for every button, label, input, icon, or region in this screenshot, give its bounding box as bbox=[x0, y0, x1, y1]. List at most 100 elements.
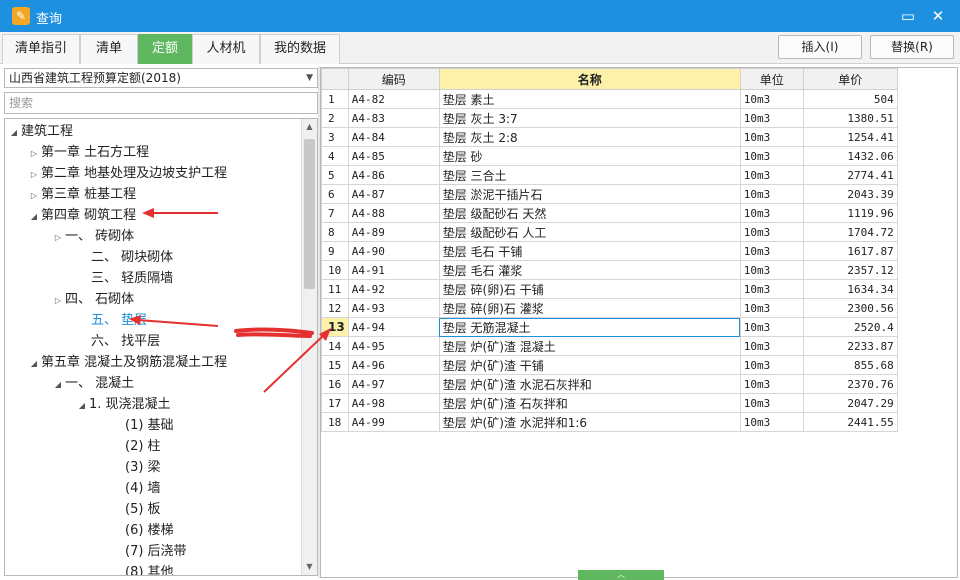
table-row[interactable]: 14 A4-95 垫层 炉(矿)渣 混凝土 10m3 2233.87 bbox=[321, 336, 898, 356]
table-row[interactable]: 16 A4-97 垫层 炉(矿)渣 水泥石灰拌和 10m3 2370.76 bbox=[321, 374, 898, 394]
minimize-icon[interactable]: ▭ bbox=[896, 5, 920, 27]
code-cell[interactable]: A4-87 bbox=[347, 184, 440, 204]
name-cell[interactable]: 垫层 三合土 bbox=[438, 165, 741, 185]
tree-item[interactable]: ◢ 建筑工程 bbox=[7, 121, 73, 142]
table-row[interactable]: 11 A4-92 垫层 碎(卵)石 干铺 10m3 1634.34 bbox=[321, 279, 898, 299]
name-cell[interactable]: 垫层 灰土 3:7 bbox=[438, 108, 741, 128]
tree-item[interactable]: (4) 墙 bbox=[111, 478, 161, 499]
tree-item[interactable]: (8) 其他 bbox=[111, 562, 174, 575]
unit-cell[interactable]: 10m3 bbox=[739, 279, 804, 299]
tree-toggle-icon[interactable]: ◢ bbox=[7, 122, 21, 143]
tree-item[interactable]: 五、 垫层 bbox=[77, 310, 147, 331]
code-cell[interactable]: A4-89 bbox=[347, 222, 440, 242]
name-cell[interactable]: 垫层 级配砂石 天然 bbox=[438, 203, 741, 223]
tree-item[interactable]: (6) 楼梯 bbox=[111, 520, 174, 541]
unit-cell[interactable]: 10m3 bbox=[739, 127, 804, 147]
col-header-unit[interactable]: 单位 bbox=[739, 68, 804, 90]
col-header-price[interactable]: 单价 bbox=[802, 68, 898, 90]
name-cell[interactable]: 垫层 毛石 干铺 bbox=[438, 241, 741, 261]
name-cell[interactable]: 垫层 碎(卵)石 干铺 bbox=[438, 279, 741, 299]
code-cell[interactable]: A4-82 bbox=[347, 89, 440, 109]
search-input[interactable]: 搜索 bbox=[4, 92, 318, 114]
price-cell[interactable]: 1119.96 bbox=[802, 203, 898, 223]
tree-toggle-icon[interactable]: ▷ bbox=[27, 143, 41, 164]
unit-cell[interactable]: 10m3 bbox=[739, 260, 804, 280]
price-cell[interactable]: 1634.34 bbox=[802, 279, 898, 299]
name-cell[interactable]: 垫层 碎(卵)石 灌浆 bbox=[438, 298, 741, 318]
code-cell[interactable]: A4-92 bbox=[347, 279, 440, 299]
tree-item[interactable]: ▷ 一、 砖砌体 bbox=[51, 226, 134, 247]
unit-cell[interactable]: 10m3 bbox=[739, 89, 804, 109]
name-cell[interactable]: 垫层 炉(矿)渣 混凝土 bbox=[438, 336, 741, 356]
unit-cell[interactable]: 10m3 bbox=[739, 184, 804, 204]
name-cell[interactable]: 垫层 灰土 2:8 bbox=[438, 127, 741, 147]
quota-library-select[interactable]: 山西省建筑工程预算定额(2018) ▼ bbox=[4, 68, 318, 88]
price-cell[interactable]: 504 bbox=[802, 89, 898, 109]
name-cell[interactable]: 垫层 炉(矿)渣 石灰拌和 bbox=[438, 393, 741, 413]
col-header-code[interactable]: 编码 bbox=[347, 68, 440, 90]
row-index-cell[interactable]: 12 bbox=[321, 298, 349, 318]
table-row[interactable]: 9 A4-90 垫层 毛石 干铺 10m3 1617.87 bbox=[321, 241, 898, 261]
unit-cell[interactable]: 10m3 bbox=[739, 165, 804, 185]
code-cell[interactable]: A4-91 bbox=[347, 260, 440, 280]
price-cell[interactable]: 2043.39 bbox=[802, 184, 898, 204]
tree-item[interactable]: ▷ 第一章 土石方工程 bbox=[27, 142, 149, 163]
tree-toggle-icon[interactable]: ◢ bbox=[27, 353, 41, 374]
tree-item[interactable]: (2) 柱 bbox=[111, 436, 161, 457]
price-cell[interactable]: 2300.56 bbox=[802, 298, 898, 318]
code-cell[interactable]: A4-88 bbox=[347, 203, 440, 223]
scroll-up-icon[interactable]: ▲ bbox=[302, 119, 317, 135]
table-row[interactable]: 7 A4-88 垫层 级配砂石 天然 10m3 1119.96 bbox=[321, 203, 898, 223]
tree-item[interactable]: (1) 基础 bbox=[111, 415, 174, 436]
name-cell[interactable]: 垫层 炉(矿)渣 干铺 bbox=[438, 355, 741, 375]
table-row[interactable]: 4 A4-85 垫层 砂 10m3 1432.06 bbox=[321, 146, 898, 166]
price-cell[interactable]: 2370.76 bbox=[802, 374, 898, 394]
tree-toggle-icon[interactable]: ▷ bbox=[27, 185, 41, 206]
tree-item[interactable]: (3) 梁 bbox=[111, 457, 161, 478]
unit-cell[interactable]: 10m3 bbox=[739, 355, 804, 375]
table-row[interactable]: 3 A4-84 垫层 灰土 2:8 10m3 1254.41 bbox=[321, 127, 898, 147]
row-index-cell[interactable]: 10 bbox=[321, 260, 349, 280]
close-icon[interactable]: ✕ bbox=[926, 5, 950, 27]
tree-toggle-icon[interactable]: ◢ bbox=[27, 206, 41, 227]
unit-cell[interactable]: 10m3 bbox=[739, 108, 804, 128]
price-cell[interactable]: 1254.41 bbox=[802, 127, 898, 147]
unit-cell[interactable]: 10m3 bbox=[739, 336, 804, 356]
unit-cell[interactable]: 10m3 bbox=[739, 412, 804, 432]
tab-labor-material[interactable]: 人材机 bbox=[192, 34, 260, 64]
tab-quota[interactable]: 定额 bbox=[138, 34, 192, 64]
tree-scrollbar[interactable]: ▲ ▼ bbox=[301, 119, 317, 575]
table-row[interactable]: 13 A4-94 垫层 无筋混凝土 10m3 2520.4 bbox=[321, 317, 898, 337]
row-index-cell[interactable]: 13 bbox=[321, 317, 349, 337]
collapse-handle-icon[interactable]: ︿ bbox=[578, 570, 664, 580]
code-cell[interactable]: A4-94 bbox=[347, 317, 440, 337]
tree-item[interactable]: 六、 找平层 bbox=[77, 331, 160, 352]
price-cell[interactable]: 1617.87 bbox=[802, 241, 898, 261]
name-cell[interactable]: 垫层 级配砂石 人工 bbox=[438, 222, 741, 242]
price-cell[interactable]: 2441.55 bbox=[802, 412, 898, 432]
table-row[interactable]: 10 A4-91 垫层 毛石 灌浆 10m3 2357.12 bbox=[321, 260, 898, 280]
replace-button[interactable]: 替换(R) bbox=[870, 35, 954, 59]
tree-item[interactable]: ▷ 第二章 地基处理及边坡支护工程 bbox=[27, 163, 227, 184]
unit-cell[interactable]: 10m3 bbox=[739, 241, 804, 261]
price-cell[interactable]: 2774.41 bbox=[802, 165, 898, 185]
unit-cell[interactable]: 10m3 bbox=[739, 203, 804, 223]
code-cell[interactable]: A4-96 bbox=[347, 355, 440, 375]
tab-my-data[interactable]: 我的数据 bbox=[260, 34, 340, 64]
tree-item[interactable]: ▷ 四、 石砌体 bbox=[51, 289, 134, 310]
row-index-cell[interactable]: 8 bbox=[321, 222, 349, 242]
name-cell[interactable]: 垫层 毛石 灌浆 bbox=[438, 260, 741, 280]
code-cell[interactable]: A4-84 bbox=[347, 127, 440, 147]
table-row[interactable]: 1 A4-82 垫层 素土 10m3 504 bbox=[321, 89, 898, 109]
price-cell[interactable]: 855.68 bbox=[802, 355, 898, 375]
unit-cell[interactable]: 10m3 bbox=[739, 393, 804, 413]
unit-cell[interactable]: 10m3 bbox=[739, 317, 804, 337]
price-cell[interactable]: 2233.87 bbox=[802, 336, 898, 356]
unit-cell[interactable]: 10m3 bbox=[739, 222, 804, 242]
name-cell[interactable]: 垫层 砂 bbox=[438, 146, 741, 166]
name-cell[interactable]: 垫层 无筋混凝土 bbox=[438, 317, 741, 337]
code-cell[interactable]: A4-99 bbox=[347, 412, 440, 432]
tab-bill-guide[interactable]: 清单指引 bbox=[2, 34, 80, 64]
tree-item[interactable]: ▷ 第三章 桩基工程 bbox=[27, 184, 136, 205]
unit-cell[interactable]: 10m3 bbox=[739, 374, 804, 394]
